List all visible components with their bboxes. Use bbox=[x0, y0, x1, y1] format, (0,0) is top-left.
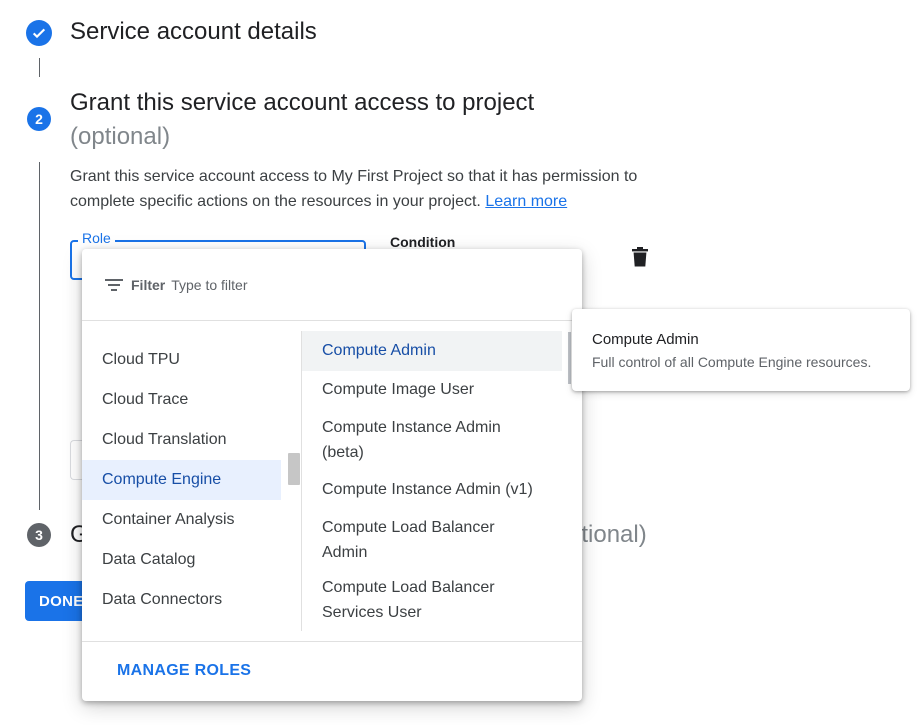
role-item[interactable]: Compute Image User bbox=[302, 377, 562, 402]
role-item[interactable]: Compute Load Balancer Services User bbox=[302, 575, 532, 625]
footer-divider bbox=[82, 641, 582, 642]
role-field-label: Role bbox=[78, 230, 115, 246]
role-item-highlighted[interactable]: Compute Admin bbox=[302, 331, 562, 371]
role-item[interactable]: Compute Instance Admin (beta) bbox=[302, 415, 532, 465]
service-list-scrollbar[interactable] bbox=[288, 453, 300, 485]
role-tooltip: Compute Admin Full control of all Comput… bbox=[572, 309, 910, 391]
role-dropdown-menu: Filter Cloud TPU Cloud Trace Cloud Trans… bbox=[82, 249, 582, 701]
service-item-selected[interactable]: Compute Engine bbox=[82, 460, 281, 500]
condition-label: Condition bbox=[390, 234, 456, 250]
step-2-optional-label: (optional) bbox=[70, 123, 171, 150]
filter-icon bbox=[105, 278, 123, 291]
manage-roles-button[interactable]: MANAGE ROLES bbox=[117, 662, 251, 680]
service-item[interactable]: Container Analysis bbox=[82, 500, 281, 540]
step-1-check-icon bbox=[26, 20, 52, 46]
step-connector-line bbox=[39, 58, 40, 77]
step-2-title: Grant this service account access to pro… bbox=[70, 89, 535, 116]
service-item[interactable]: Data Catalog bbox=[82, 540, 281, 580]
learn-more-link[interactable]: Learn more bbox=[485, 193, 567, 210]
filter-label: Filter bbox=[131, 276, 166, 293]
filter-input[interactable] bbox=[171, 276, 472, 293]
step-2-number: 2 bbox=[27, 107, 51, 131]
filter-bar: Filter bbox=[82, 249, 582, 321]
service-item[interactable]: Data Connectors bbox=[82, 580, 281, 620]
step-1-title[interactable]: Service account details bbox=[70, 18, 317, 46]
step-3-number: 3 bbox=[27, 523, 51, 547]
tooltip-title: Compute Admin bbox=[592, 331, 699, 348]
tooltip-description: Full control of all Compute Engine resou… bbox=[592, 354, 872, 370]
role-item[interactable]: Compute Load Balancer Admin bbox=[302, 515, 532, 565]
trash-icon[interactable] bbox=[630, 246, 650, 268]
role-list-scrollbar[interactable] bbox=[568, 332, 571, 384]
service-item[interactable]: Cloud Translation bbox=[82, 420, 281, 460]
role-item[interactable]: Compute Instance Admin (v1) bbox=[302, 477, 562, 502]
service-item[interactable]: Cloud Trace bbox=[82, 380, 281, 420]
step-connector-line bbox=[39, 162, 40, 510]
service-item[interactable]: Cloud TPU bbox=[82, 340, 281, 380]
step-2-description: Grant this service account access to My … bbox=[70, 164, 670, 214]
